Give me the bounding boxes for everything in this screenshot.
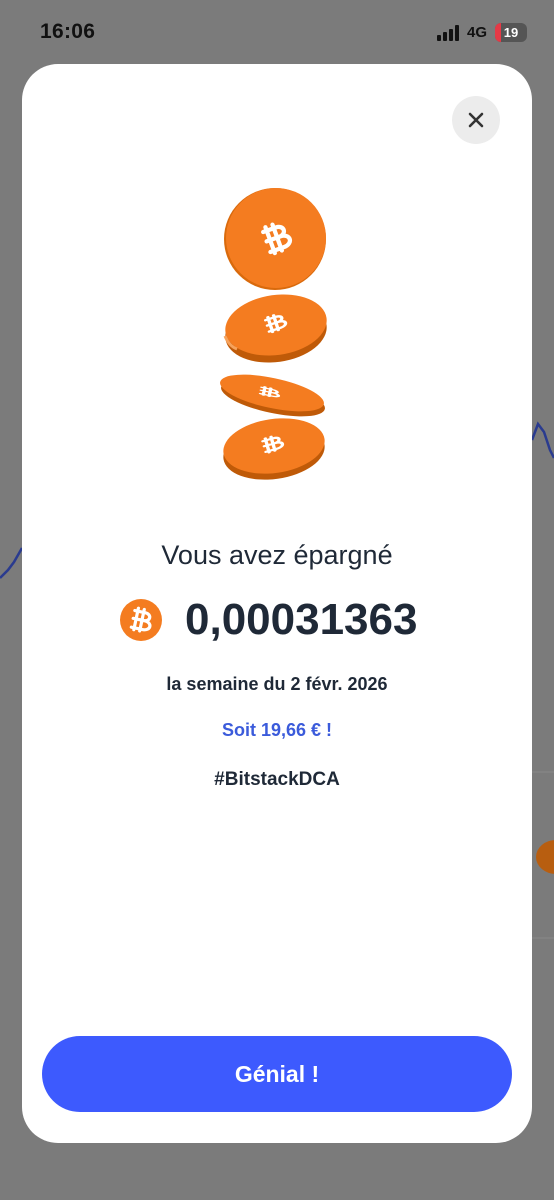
confirm-button[interactable]: Génial ! xyxy=(42,1036,512,1112)
close-button[interactable] xyxy=(452,96,500,144)
status-bar: 16:06 4G 19 xyxy=(0,0,554,64)
battery-icon: 19 xyxy=(495,23,527,42)
period-label: la semaine du 2 févr. 2026 xyxy=(166,674,388,694)
saved-amount: 0,00031363 xyxy=(185,595,418,644)
savings-modal: Vous avez épargné 0,00031363 la semaine … xyxy=(22,64,532,1143)
background-price-chart-right xyxy=(530,421,554,459)
battery-level: 19 xyxy=(503,25,519,40)
bitcoin-icon xyxy=(120,599,162,641)
fiat-equivalent: Soit 19,66 € ! xyxy=(221,720,333,740)
bitcoin-coin-icon xyxy=(224,188,326,290)
bitcoin-coin-icon xyxy=(220,374,325,417)
background-coin xyxy=(536,840,554,874)
saved-amount-row: 0,00031363 xyxy=(22,594,532,646)
status-time: 16:06 xyxy=(40,20,96,43)
network-type: 4G xyxy=(467,24,488,41)
hashtag: #BitstackDCA xyxy=(214,769,340,790)
headline: Vous avez épargné xyxy=(161,540,393,570)
bitcoin-coin-icon xyxy=(223,418,325,480)
signal-icon xyxy=(437,25,463,41)
bitcoin-coin-icon xyxy=(223,294,327,363)
background-price-chart-left xyxy=(0,547,24,579)
close-icon xyxy=(468,112,484,128)
bitcoin-coins-illustration xyxy=(220,188,327,480)
